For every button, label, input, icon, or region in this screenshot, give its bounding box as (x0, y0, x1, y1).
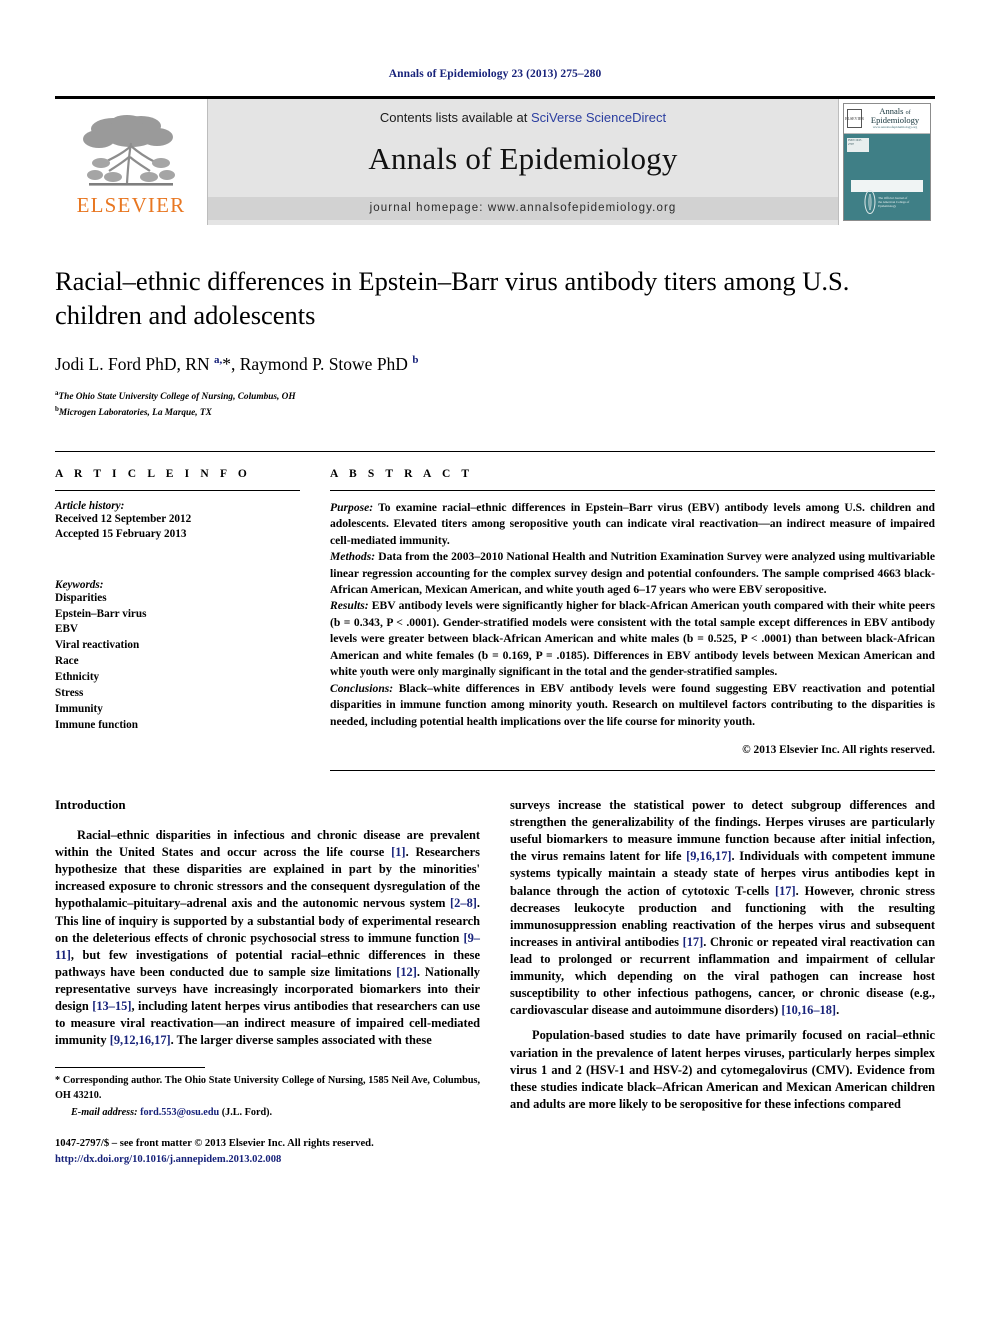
elsevier-logo: ELSEVIER (55, 99, 207, 225)
keyword-item: Epstein–Barr virus (55, 607, 147, 620)
email-link[interactable]: ford.553@osu.edu (140, 1107, 219, 1118)
affiliation-a-text: The Ohio State University College of Nur… (58, 391, 296, 402)
cover-title-line2: Epidemiology (870, 115, 920, 126)
cover-thumbnail-image: ELSEVIER Annals of Epidemiology www.anna… (843, 103, 931, 221)
abstract-results-label: Results: (330, 599, 369, 613)
affiliation-b: bMicrogen Laboratories, La Marque, TX (55, 405, 212, 419)
keyword-item: Stress (55, 687, 84, 700)
cover-title-text: Annals of Epidemiology www.annalsofepide… (862, 107, 930, 130)
abstract-copyright: © 2013 Elsevier Inc. All rights reserved… (742, 744, 935, 757)
article-history-label: Article history: (55, 499, 125, 512)
keyword-item: Disparities (55, 591, 107, 604)
issn-line: 1047-2797/$ – see front matter © 2013 El… (55, 1138, 374, 1150)
article-accepted-date: Accepted 15 February 2013 (55, 528, 187, 541)
email-suffix: (J.L. Ford). (219, 1107, 273, 1119)
abstract-rule (330, 489, 935, 491)
journal-cover: ELSEVIER Annals of Epidemiology www.anna… (839, 99, 935, 225)
abstract-results-text: EBV antibody levels were significantly h… (330, 599, 935, 679)
abstract-column: A B S T R A C T Purpose: To examine raci… (330, 467, 935, 772)
seal-caption: The Official Journal of the American Col… (878, 195, 910, 209)
article-info-rule (55, 489, 300, 491)
intro-paragraph-1: Racial–ethnic disparities in infectious … (55, 828, 480, 1048)
cover-url: www.annalsofepidemiology.org (872, 125, 918, 130)
keywords-label: Keywords: (55, 578, 104, 591)
article-info-column: A R T I C L E I N F O Article history: R… (55, 468, 300, 771)
author-list: Jodi L. Ford PhD, RN a,*, Raymond P. Sto… (55, 353, 419, 374)
article-page: Annals of Epidemiology 23 (2013) 275–280 (0, 0, 990, 1320)
affiliation-b-text: Microgen Laboratories, La Marque, TX (58, 408, 212, 419)
abstract-bottom-rule (330, 770, 935, 772)
cover-header: ELSEVIER Annals of Epidemiology www.anna… (844, 104, 930, 134)
body-left-column: Introduction Racial–ethnic disparities i… (55, 797, 480, 1167)
article-info-heading: A R T I C L E I N F O (55, 467, 251, 480)
corresponding-email-line: E-mail address: ford.553@osu.edu (J.L. F… (55, 1106, 480, 1120)
affiliation-list: aThe Ohio State University College of Nu… (55, 388, 935, 421)
keyword-item: Immune function (55, 718, 138, 731)
article-received-date: Received 12 September 2012 (55, 512, 192, 525)
cover-elsevier-mark: ELSEVIER (845, 109, 864, 128)
body-columns: Introduction Racial–ethnic disparities i… (55, 797, 935, 1167)
contents-prefix: Contents lists available at (379, 110, 531, 125)
cover-issn-block: ISSN 1047-2797 (847, 138, 869, 152)
journal-masthead: ELSEVIER Contents lists available at Sci… (55, 96, 935, 225)
footnote-rule (55, 1067, 205, 1069)
abstract-purpose-label: Purpose: (330, 500, 374, 514)
journal-title: Annals of Epidemiology (368, 141, 678, 176)
title-block: Racial–ethnic differences in Epstein–Bar… (55, 265, 935, 421)
keyword-item: Viral reactivation (55, 639, 140, 652)
abstract-methods-label: Methods: (330, 550, 376, 564)
keywords-block: Keywords: Disparities Epstein–Barr virus… (55, 579, 300, 734)
abstract-body: Purpose: To examine racial–ethnic differ… (330, 500, 935, 730)
abstract-conclusions-text: Black–white differences in EBV antibody … (330, 681, 935, 728)
abstract-results: Results: EBV antibody levels were signif… (330, 598, 935, 680)
keyword-item: Race (55, 655, 79, 668)
corresponding-author-note: * Corresponding author. The Ohio State U… (55, 1075, 480, 1101)
running-head: Annals of Epidemiology 23 (2013) 275–280 (388, 68, 602, 80)
abstract-heading: A B S T R A C T (330, 467, 474, 480)
info-abstract-section: A R T I C L E I N F O Article history: R… (55, 450, 935, 772)
footnote-block: * Corresponding author. The Ohio State U… (55, 1067, 480, 1167)
intro-paragraph-1-cont: surveys increase the statistical power t… (510, 798, 936, 1018)
affiliation-a: aThe Ohio State University College of Nu… (55, 388, 296, 402)
abstract-methods: Methods: Data from the 2003–2010 Nationa… (330, 549, 935, 598)
elsevier-tree-icon (83, 114, 175, 186)
abstract-methods-text: Data from the 2003–2010 National Health … (330, 550, 935, 596)
abstract-conclusions-label: Conclusions: (330, 681, 394, 695)
elsevier-wordmark: ELSEVIER (76, 192, 186, 217)
cover-society-seal: The Official Journal of the American Col… (864, 190, 909, 214)
masthead-center: Contents lists available at SciVerse Sci… (207, 99, 839, 225)
seal-icon (864, 190, 876, 214)
page-title: Racial–ethnic differences in Epstein–Bar… (55, 266, 850, 330)
contents-available-line: Contents lists available at SciVerse Sci… (380, 110, 666, 125)
introduction-heading: Introduction (55, 797, 126, 813)
email-label: E-mail address: (71, 1107, 138, 1119)
keyword-item: EBV (55, 623, 79, 636)
keyword-item: Immunity (55, 702, 103, 715)
abstract-conclusions: Conclusions: Black–white differences in … (330, 681, 935, 730)
issn-copyright-block: 1047-2797/$ – see front matter © 2013 El… (55, 1136, 480, 1167)
abstract-purpose: Purpose: To examine racial–ethnic differ… (330, 500, 935, 549)
sciencedirect-link[interactable]: SciVerse ScienceDirect (531, 110, 666, 125)
journal-homepage-bar[interactable]: journal homepage: www.annalsofepidemiolo… (208, 197, 838, 220)
body-right-column: surveys increase the statistical power t… (510, 797, 935, 1167)
keyword-item: Ethnicity (55, 671, 100, 684)
intro-paragraph-2: Population-based studies to date have pr… (510, 1028, 935, 1111)
doi-link[interactable]: http://dx.doi.org/10.1016/j.annepidem.20… (55, 1152, 480, 1167)
abstract-purpose-text: To examine racial–ethnic differences in … (330, 500, 935, 547)
